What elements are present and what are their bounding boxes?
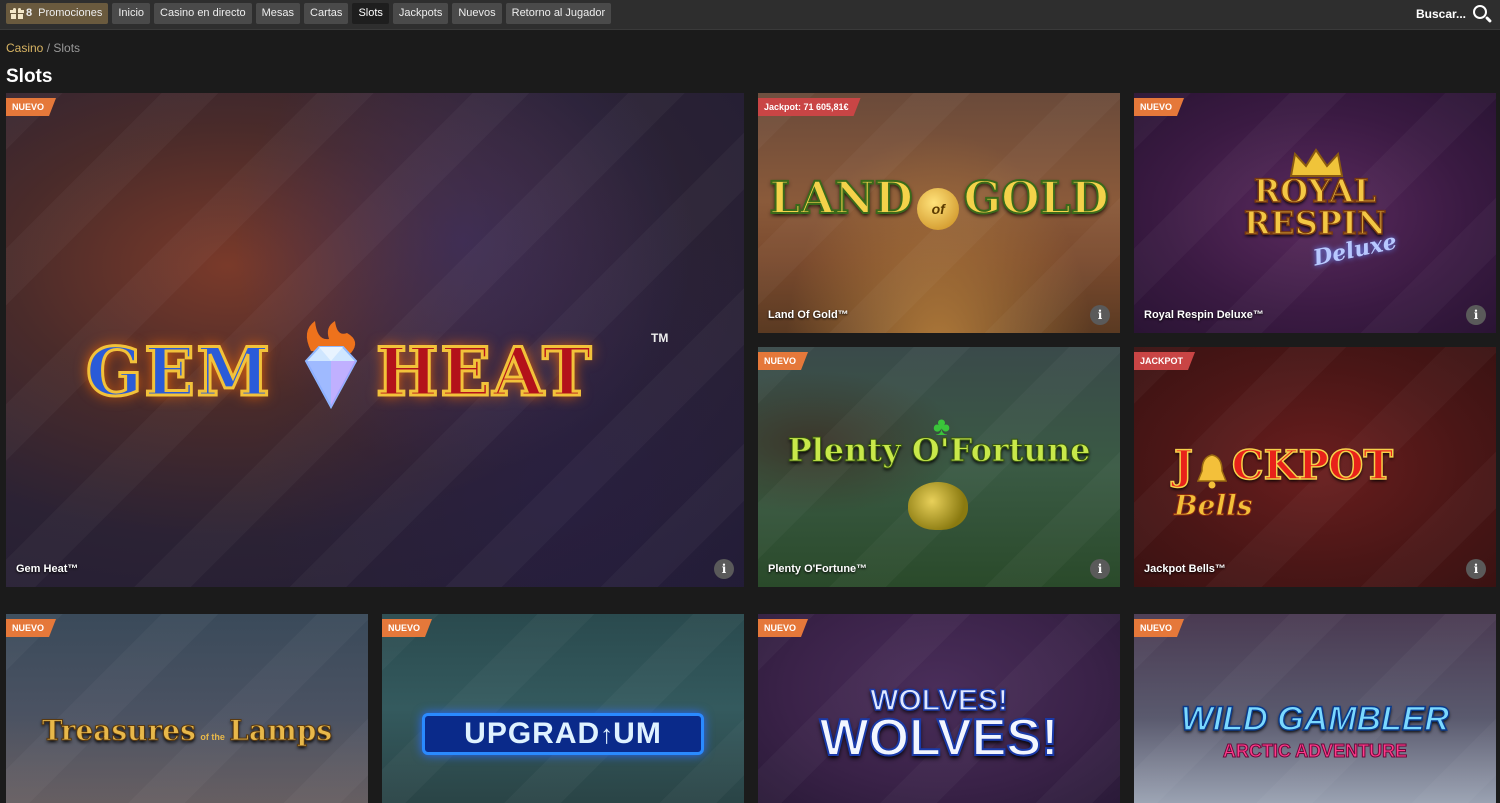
breadcrumb-current: Slots (53, 41, 81, 55)
game-name: Land Of Gold™ (768, 309, 849, 321)
nav-slots[interactable]: Slots (352, 3, 389, 24)
pot-of-gold-icon (908, 482, 968, 530)
gift-icon (10, 8, 24, 19)
info-icon[interactable]: i (1090, 559, 1110, 579)
land-of-gold-logo-gold: GOLD (963, 172, 1110, 225)
land-of-gold-logo-land: LAND (768, 172, 913, 225)
info-icon[interactable]: i (1466, 305, 1486, 325)
info-icon[interactable]: i (1466, 559, 1486, 579)
game-name: Gem Heat™ (16, 563, 79, 575)
gem-heat-logo-gem: GEM (85, 332, 272, 413)
land-of-gold-logo-of: of (917, 187, 960, 230)
search-label: Buscar... (1415, 7, 1466, 21)
main-nav: 8 Promociones Inicio Casino en directo M… (6, 3, 612, 24)
wild-gambler-logo-subtitle: ARCTIC ADVENTURE (1222, 741, 1408, 761)
upgradium-logo-left: UPGRAD (464, 717, 601, 750)
info-icon[interactable]: i (714, 559, 734, 579)
game-tile-gem-heat[interactable]: GEM HEAT TM NUEVO Gem Heat™ i (6, 93, 744, 587)
search-button[interactable]: Buscar... (1415, 4, 1493, 24)
gem-heat-logo-tm: TM (651, 331, 669, 345)
promo-count: 8 (10, 3, 32, 24)
promo-count-value: 8 (26, 7, 33, 19)
game-tile-land-of-gold[interactable]: LAND of GOLD Jackpot: 71 605,81€ Land Of… (758, 93, 1120, 333)
treasures-logo-treasures: Treasures (41, 714, 196, 748)
game-badge: NUEVO (1134, 619, 1184, 637)
game-badge: NUEVO (6, 98, 56, 116)
nav-promociones-label: Promociones (38, 7, 103, 19)
game-badge: NUEVO (758, 352, 808, 370)
nav-cartas[interactable]: Cartas (304, 3, 349, 24)
game-name: Jackpot Bells™ (1144, 563, 1226, 575)
jackpot-bells-logo-j: J (1173, 441, 1193, 490)
upgradium-logo: UPGRAD↑UM (422, 713, 704, 755)
game-badge: NUEVO (382, 619, 432, 637)
nav-promociones[interactable]: 8 Promociones (6, 3, 109, 24)
breadcrumb: Casino / Slots (6, 41, 80, 55)
game-badge: NUEVO (6, 619, 56, 637)
bell-icon (1197, 453, 1228, 489)
jackpot-bells-logo-bells: Bells (1174, 489, 1254, 523)
page-title: Slots (6, 66, 53, 87)
nav-jackpots[interactable]: Jackpots (392, 3, 449, 24)
wolves-logo-main: WOLVES! (819, 709, 1060, 767)
royal-respin-logo-royal: ROYAL (1253, 172, 1377, 210)
nav-inicio[interactable]: Inicio (112, 3, 151, 24)
nav-casino-en-directo[interactable]: Casino en directo (154, 3, 252, 24)
game-tile-royal-respin-deluxe[interactable]: ROYAL RESPIN Deluxe NUEVO Royal Respin D… (1134, 93, 1496, 333)
gem-diamond-icon (301, 321, 361, 411)
plenty-o-fortune-logo: Plenty O'Fortune (787, 431, 1091, 470)
nav-mesas[interactable]: Mesas (255, 3, 301, 24)
breadcrumb-casino[interactable]: Casino (6, 41, 43, 55)
game-tile-treasures-of-the-lamps[interactable]: Treasures of the Lamps NUEVO (6, 614, 368, 803)
nav-nuevos[interactable]: Nuevos (452, 3, 502, 24)
nav-retorno-al-jugador[interactable]: Retorno al Jugador (505, 3, 612, 24)
breadcrumb-separator: / (43, 41, 54, 55)
game-badge: NUEVO (1134, 98, 1184, 116)
treasures-logo-lamps: Lamps (229, 714, 333, 748)
game-tile-jackpot-bells[interactable]: J CKPOT Bells JACKPOT Jackpot Bells™ i (1134, 347, 1496, 587)
wild-gambler-logo-title: WILD GAMBLER (1180, 700, 1450, 738)
arrow-up-icon: ↑ (600, 719, 614, 749)
game-tile-wild-gambler-arctic-adventure[interactable]: WILD GAMBLER ARCTIC ADVENTURE NUEVO (1134, 614, 1496, 803)
upgradium-logo-right: UM (613, 717, 662, 750)
game-badge: JACKPOT (1134, 352, 1195, 370)
info-icon[interactable]: i (1090, 305, 1110, 325)
game-tile-upgradium[interactable]: UPGRAD↑UM NUEVO (382, 614, 744, 803)
jackpot-bells-logo-ckpot: CKPOT (1231, 441, 1394, 490)
game-tile-wolves[interactable]: WOLVES! WOLVES! NUEVO (758, 614, 1120, 803)
game-name: Royal Respin Deluxe™ (1144, 309, 1264, 321)
game-name: Plenty O'Fortune™ (768, 563, 868, 575)
treasures-logo-of-the: of the (200, 732, 225, 742)
top-navigation-bar: 8 Promociones Inicio Casino en directo M… (0, 0, 1500, 30)
game-badge: Jackpot: 71 605,81€ (758, 98, 861, 116)
gem-heat-logo-heat: HEAT (374, 332, 594, 413)
game-tile-plenty-o-fortune[interactable]: ♣ Plenty O'Fortune NUEVO Plenty O'Fortun… (758, 347, 1120, 587)
search-icon (1472, 4, 1493, 24)
game-badge: NUEVO (758, 619, 808, 637)
